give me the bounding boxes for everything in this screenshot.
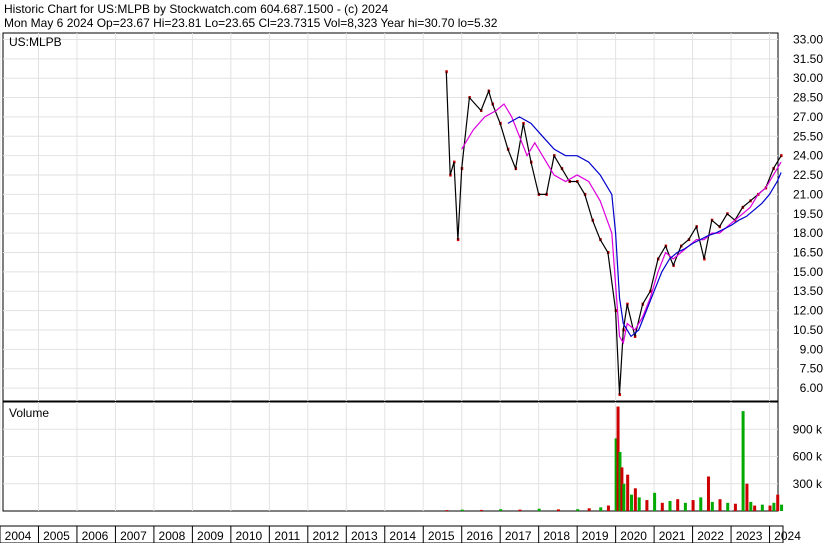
year-tick-label: 2010 xyxy=(236,529,263,543)
year-tick-label: 2022 xyxy=(697,529,724,543)
volume-bar xyxy=(479,509,483,511)
volume-bar xyxy=(745,483,749,511)
volume-bar xyxy=(645,500,649,511)
year-tick-label: 2019 xyxy=(582,529,609,543)
price-tick-label: 21.00 xyxy=(793,187,823,201)
volume-tick-label: 300 k xyxy=(793,477,823,491)
volume-bar xyxy=(741,411,745,511)
volume-tick-label: 600 k xyxy=(793,450,823,464)
price-tick-label: 19.50 xyxy=(793,207,823,221)
year-tick-label: 2014 xyxy=(389,529,416,543)
volume-bar xyxy=(576,509,580,511)
price-tick-label: 6.00 xyxy=(800,381,824,395)
price-tick-label: 24.00 xyxy=(793,149,823,163)
price-tick-label: 33.00 xyxy=(793,32,823,46)
volume-bar xyxy=(587,508,591,511)
volume-bar xyxy=(668,501,672,511)
volume-bar xyxy=(518,509,522,511)
volume-bar xyxy=(726,502,730,511)
year-tick-label: 2008 xyxy=(159,529,186,543)
volume-bar xyxy=(630,494,634,511)
volume-bar xyxy=(718,499,722,511)
volume-bar xyxy=(772,502,776,511)
volume-bar xyxy=(599,507,603,511)
volume-bar xyxy=(653,492,657,511)
price-tick-label: 7.50 xyxy=(800,362,824,376)
price-tick-label: 15.00 xyxy=(793,265,823,279)
price-tick-label: 12.00 xyxy=(793,304,823,318)
year-tick-label: 2004 xyxy=(5,529,32,543)
year-tick-label: 2012 xyxy=(312,529,339,543)
volume-bar xyxy=(733,503,737,511)
price-tick-label: 16.50 xyxy=(793,246,823,260)
price-tick-label: 28.50 xyxy=(793,91,823,105)
volume-bar xyxy=(710,501,714,511)
volume-panel-label: Volume xyxy=(9,406,49,420)
volume-bar xyxy=(706,476,710,511)
volume-bar xyxy=(445,510,449,511)
volume-bar xyxy=(676,499,680,511)
volume-bar xyxy=(637,497,641,511)
historic-chart: 33.00 31.50 30.00 28.50 27.00 25.50 24.00 22.50… xyxy=(0,32,824,543)
year-tick-label: 2017 xyxy=(505,529,532,543)
price-panel xyxy=(2,32,779,402)
volume-bar xyxy=(699,497,703,511)
year-tick-label: 2016 xyxy=(466,529,493,543)
year-tick-label: 2007 xyxy=(120,529,147,543)
volume-bar xyxy=(660,502,664,511)
year-tick-label: 2015 xyxy=(428,529,455,543)
volume-tick-label: 900 k xyxy=(793,422,823,436)
price-tick-label: 9.00 xyxy=(800,342,824,356)
price-tick-label: 30.00 xyxy=(793,71,823,85)
volume-bar xyxy=(683,502,687,511)
price-tick-label: 25.50 xyxy=(793,129,823,143)
volume-bar xyxy=(776,494,780,511)
year-tick-label: 2020 xyxy=(620,529,647,543)
volume-bar xyxy=(753,505,757,511)
volume-bar xyxy=(749,501,753,511)
volume-bar xyxy=(691,500,695,511)
year-tick-label: 2006 xyxy=(82,529,109,543)
year-tick-label: 2018 xyxy=(543,529,570,543)
price-tick-label: 31.50 xyxy=(793,52,823,66)
year-tick-label: 2024 xyxy=(774,529,801,543)
price-tick-label: 22.50 xyxy=(793,168,823,182)
year-tick-label: 2005 xyxy=(43,529,70,543)
year-tick-label: 2023 xyxy=(736,529,763,543)
volume-bar xyxy=(606,505,610,511)
year-tick-label: 2013 xyxy=(351,529,378,543)
volume-bar xyxy=(626,474,630,511)
volume-bar xyxy=(499,509,503,511)
price-panel-label: US:MLPB xyxy=(9,35,62,49)
price-tick-label: 27.00 xyxy=(793,110,823,124)
year-tick-label: 2021 xyxy=(659,529,686,543)
volume-bar xyxy=(622,483,626,511)
price-tick-label: 10.50 xyxy=(793,323,823,337)
volume-bar xyxy=(633,488,637,511)
price-tick-label: 13.50 xyxy=(793,284,823,298)
volume-bar xyxy=(460,509,464,511)
volume-bar xyxy=(537,508,541,511)
volume-bar xyxy=(768,505,772,511)
price-tick-label: 18.00 xyxy=(793,226,823,240)
volume-bar xyxy=(556,509,560,511)
volume-bar xyxy=(760,504,764,511)
year-tick-label: 2009 xyxy=(197,529,224,543)
volume-bar xyxy=(780,504,784,511)
year-tick-label: 2011 xyxy=(274,529,300,543)
